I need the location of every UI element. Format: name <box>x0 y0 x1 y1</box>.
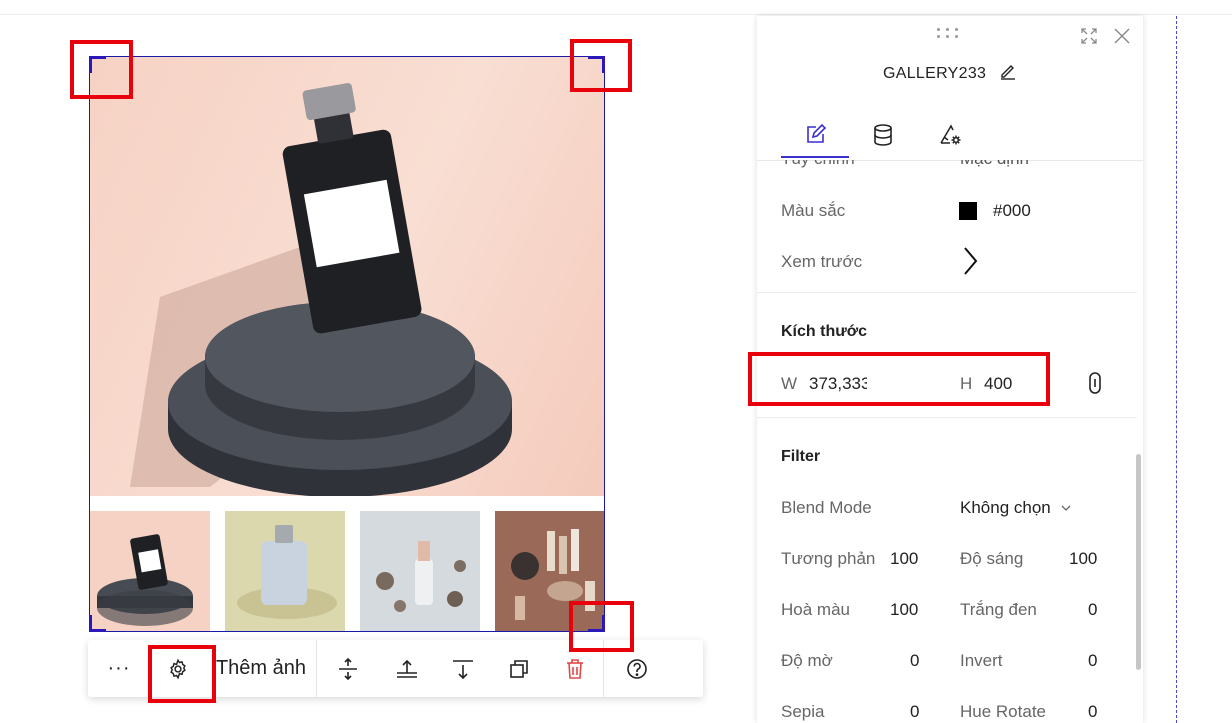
properties-panel: GALLERY233 Tùy chỉnh Mặc định Màu sắc <box>757 16 1143 723</box>
active-tab-indicator <box>781 156 849 158</box>
sepia-input[interactable]: 0 <box>910 702 919 722</box>
move-up-button[interactable] <box>379 640 435 697</box>
width-input[interactable]: 373,333 <box>809 374 867 394</box>
database-icon <box>874 124 892 146</box>
height-label: H <box>960 374 973 393</box>
saturate-label: Hoà màu <box>781 600 850 619</box>
duplicate-button[interactable] <box>491 640 547 697</box>
preview-label: Xem trước <box>781 252 863 271</box>
blend-mode-value: Không chọn <box>960 498 1051 517</box>
arrow-up-bar-icon <box>397 659 417 678</box>
selection-frame <box>89 56 605 632</box>
invert-label: Invert <box>960 651 1003 670</box>
size-section-title: Kích thước <box>781 323 868 340</box>
tab-data[interactable] <box>849 112 917 158</box>
resize-height-button[interactable] <box>317 640 379 697</box>
settings-button[interactable] <box>150 640 206 697</box>
blend-mode-select[interactable]: Không chọn <box>960 498 1071 518</box>
resize-handle-bottom-right[interactable] <box>588 615 605 632</box>
gallery-element[interactable] <box>89 56 605 632</box>
arrow-down-bar-icon <box>453 659 473 679</box>
add-image-label: Thêm ảnh <box>215 657 307 679</box>
drag-handle-icon[interactable] <box>937 26 963 40</box>
contrast-label: Tương phản <box>781 549 876 568</box>
section-divider <box>757 292 1137 293</box>
grayscale-label: Trắng đen <box>960 600 1037 619</box>
invert-input[interactable]: 0 <box>1088 651 1097 671</box>
more-options-button[interactable]: ··· <box>88 640 150 697</box>
hue-rotate-label: Hue Rotate <box>960 702 1046 721</box>
panel-tabs <box>757 112 1143 161</box>
blur-input[interactable]: 0 <box>910 651 919 671</box>
more-icon: ··· <box>107 657 131 679</box>
move-down-button[interactable] <box>435 640 491 697</box>
delete-button[interactable] <box>547 640 603 697</box>
color-label: Màu sắc <box>781 201 846 220</box>
element-toolbar: ··· Thêm ảnh <box>88 640 703 697</box>
resize-handle-top-right[interactable] <box>588 56 605 73</box>
hue-rotate-input[interactable]: 0 <box>1088 702 1097 722</box>
arrows-both-icon <box>339 657 357 680</box>
grayscale-input[interactable]: 0 <box>1088 600 1097 620</box>
resize-handle-top-left[interactable] <box>89 56 106 73</box>
panel-title-row: GALLERY233 <box>757 62 1143 83</box>
blur-label: Độ mờ <box>781 651 833 670</box>
filter-section-title: Filter <box>781 448 821 465</box>
duplicate-icon <box>510 659 528 678</box>
blend-mode-label: Blend Mode <box>781 498 872 517</box>
height-input[interactable]: 400 <box>984 374 1012 394</box>
contrast-input[interactable]: 100 <box>890 549 918 569</box>
saturate-input[interactable]: 100 <box>890 600 918 620</box>
color-value[interactable]: #000 <box>993 201 1031 221</box>
style-settings-icon <box>940 124 961 145</box>
chevron-down-icon <box>1061 505 1071 511</box>
help-icon <box>627 658 647 679</box>
edit-name-icon[interactable] <box>999 62 1017 80</box>
expand-icon[interactable] <box>1080 27 1098 45</box>
section-divider <box>757 417 1137 418</box>
color-swatch[interactable] <box>959 202 977 220</box>
sepia-label: Sepia <box>781 702 825 721</box>
tab-style[interactable] <box>917 112 985 158</box>
panel-scrollbar[interactable] <box>1136 454 1141 670</box>
edit-icon <box>807 123 827 143</box>
element-name: GALLERY233 <box>883 65 987 82</box>
link-ratio-icon[interactable] <box>1087 371 1103 395</box>
trash-icon <box>567 658 583 679</box>
brightness-label: Độ sáng <box>960 549 1024 568</box>
add-image-button[interactable]: Thêm ảnh <box>206 640 316 697</box>
width-label: W <box>781 374 798 393</box>
brightness-input[interactable]: 100 <box>1069 549 1097 569</box>
canvas-guide-line <box>1176 16 1177 723</box>
tab-design[interactable] <box>781 112 849 158</box>
clipped-row: Tùy chỉnh Mặc định <box>757 160 1143 170</box>
chevron-right-icon[interactable] <box>962 246 978 276</box>
top-divider <box>0 14 1232 15</box>
resize-handle-bottom-left[interactable] <box>89 615 106 632</box>
close-icon[interactable] <box>1113 27 1131 45</box>
gear-icon <box>170 658 186 679</box>
help-button[interactable] <box>604 640 670 697</box>
